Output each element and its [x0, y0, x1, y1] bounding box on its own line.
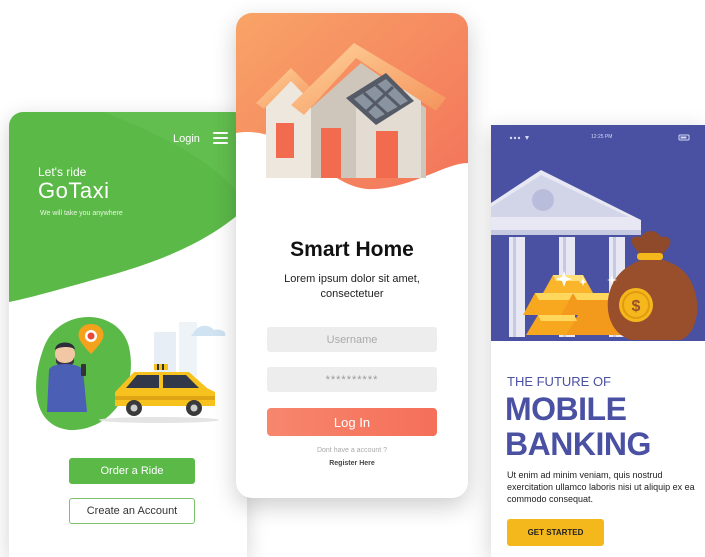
- banking-hero-illustration: $: [491, 125, 705, 341]
- smart-home-screen: Smart Home Lorem ipsum dolor sit amet, c…: [236, 13, 468, 498]
- svg-text:$: $: [632, 298, 641, 315]
- smart-home-description: Lorem ipsum dolor sit amet, consectetuer: [284, 273, 420, 300]
- username-input[interactable]: Username: [267, 327, 437, 352]
- smart-home-title: Smart Home: [290, 238, 414, 261]
- app-showcase: Login Let's ride GoTaxi We will take you…: [0, 0, 705, 557]
- register-link[interactable]: Register Here: [236, 460, 468, 467]
- password-input[interactable]: **********: [267, 367, 437, 392]
- smart-home-header-illustration: [236, 13, 468, 218]
- gotaxi-screen: Login Let's ride GoTaxi We will take you…: [9, 112, 247, 557]
- login-button[interactable]: Log In: [267, 408, 437, 436]
- gotaxi-tagline: We will take you anywhere: [40, 210, 123, 217]
- hamburger-menu-icon[interactable]: [213, 132, 228, 145]
- taxi-illustration: [36, 317, 226, 431]
- get-started-button[interactable]: GET STARTED: [507, 519, 604, 546]
- order-ride-button[interactable]: Order a Ride: [69, 458, 195, 484]
- banking-pre-title: THE FUTURE OF: [507, 374, 611, 389]
- banking-title-line2: BANKING: [505, 426, 651, 462]
- login-link[interactable]: Login: [173, 133, 200, 145]
- create-account-button[interactable]: Create an Account: [69, 498, 195, 524]
- banking-title-line1: MOBILE: [505, 391, 627, 427]
- gotaxi-subtitle: Let's ride: [38, 165, 87, 179]
- gotaxi-app-title: GoTaxi: [38, 178, 110, 203]
- no-account-text: Dont have a account ?: [316, 447, 388, 454]
- banking-body-text: Ut enim ad minim veniam, quis nostrud ex…: [507, 470, 695, 504]
- status-bar-time: 12:25 PM: [591, 134, 613, 140]
- mobile-banking-screen: $ 12:25 PM THE FUTURE OF MOBILE BANKING …: [491, 125, 705, 557]
